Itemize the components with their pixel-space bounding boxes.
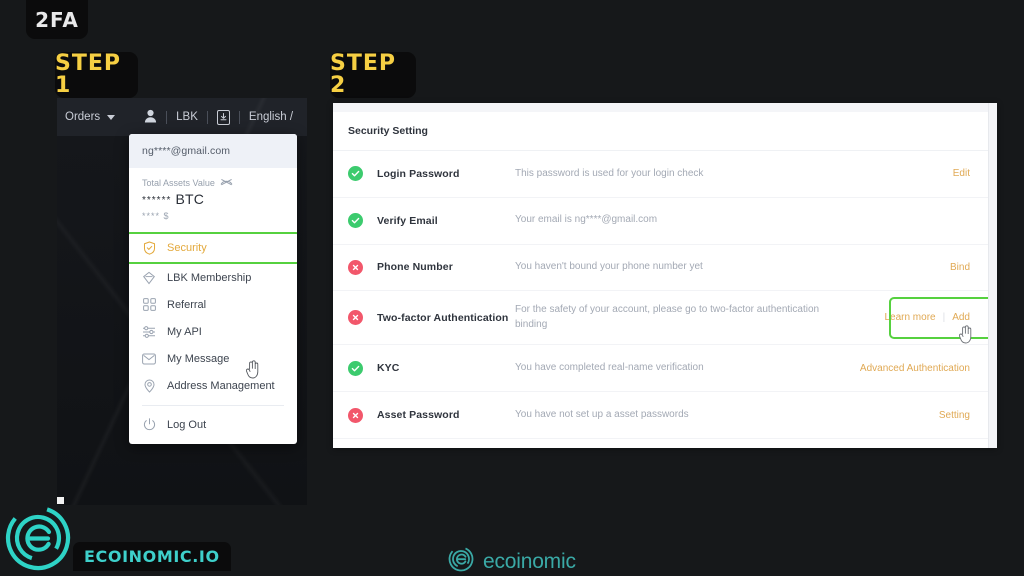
panel-corner-marker	[57, 497, 64, 504]
assets-usd-masked: ****	[142, 211, 161, 221]
account-menu-list: Security LBK Membership Referral My API …	[129, 232, 297, 444]
sidebar-item-label: Log Out	[167, 418, 207, 431]
row-description: For the safety of your account, please g…	[515, 304, 820, 330]
account-email: ng****@gmail.com	[129, 134, 297, 168]
sidebar-item-my-api[interactable]: My API	[129, 318, 297, 345]
add-2fa-link[interactable]: Add	[952, 312, 970, 323]
ecoinomic-logo-icon	[448, 546, 474, 576]
table-row: KYC You have completed real-name verific…	[333, 345, 997, 393]
bind-link[interactable]: Bind	[950, 262, 970, 273]
security-rows-list: Login Password This password is used for…	[333, 151, 997, 439]
row-actions: Edit	[953, 168, 982, 179]
status-badge-check-icon	[348, 360, 363, 376]
download-app-icon[interactable]	[216, 109, 230, 125]
assets-btc-masked: ******	[142, 195, 172, 206]
sidebar-item-label: My API	[167, 325, 202, 338]
location-pin-icon	[142, 378, 156, 393]
row-actions: Bind	[950, 262, 982, 273]
assets-usd-unit: $	[163, 211, 170, 221]
row-description: Your email is ng****@gmail.com	[515, 214, 658, 226]
topbar-divider	[206, 110, 208, 124]
power-icon	[142, 418, 156, 432]
step1-screenshot-panel: Orders LBK English / ng****@gmail.com To…	[57, 98, 307, 505]
row-description: This password is used for your login che…	[515, 167, 704, 179]
menu-item-security-wrap: Security	[129, 232, 297, 264]
ecoinomic-watermark-pill: ECOINOMIC.IO	[73, 542, 231, 571]
sidebar-item-my-message[interactable]: My Message	[129, 345, 297, 372]
topbar-divider	[238, 110, 240, 124]
assets-btc-unit: BTC	[175, 191, 205, 207]
step-badge-1: STEP 1	[55, 52, 138, 98]
row-title: Verify Email	[377, 214, 438, 227]
table-row: Verify Email Your email is ng****@gmail.…	[333, 198, 997, 245]
row-title: Login Password	[377, 167, 460, 180]
ecoinomic-center-watermark: ecoinomic	[448, 546, 576, 576]
total-assets-label-row: Total Assets Value	[142, 178, 284, 188]
row-title: KYC	[377, 362, 400, 375]
chevron-down-icon	[107, 114, 116, 120]
table-row: Two-factor Authentication For the safety…	[333, 291, 997, 346]
exchange-topbar: Orders LBK English /	[57, 98, 307, 136]
edit-link[interactable]: Edit	[953, 168, 970, 179]
sidebar-item-security[interactable]: Security	[129, 232, 297, 264]
sidebar-item-lbk-membership[interactable]: LBK Membership	[129, 264, 297, 291]
status-badge-check-icon	[348, 166, 363, 182]
table-row: Asset Password You have not set up a ass…	[333, 392, 997, 439]
step2-security-setting-panel: Security Setting Login Password This pas…	[333, 103, 997, 448]
setting-link[interactable]: Setting	[939, 410, 970, 421]
assets-btc-value: ****** BTC	[142, 191, 284, 207]
status-badge-cross-icon	[348, 310, 363, 326]
table-row: Phone Number You haven't bound your phon…	[333, 245, 997, 292]
total-assets-label: Total Assets Value	[142, 178, 215, 188]
status-badge-cross-icon	[348, 407, 363, 423]
orders-menu[interactable]: Orders	[65, 111, 116, 123]
vertical-scrollbar[interactable]	[988, 103, 997, 448]
screenshot-stage: 2FA STEP 1 STEP 2 Orders LBK English / n…	[0, 0, 1024, 576]
ecoinomic-wordmark: ecoinomic	[483, 549, 576, 573]
status-badge-cross-icon	[348, 259, 363, 275]
sidebar-item-log-out[interactable]: Log Out	[129, 411, 297, 438]
action-separator: |	[942, 312, 946, 324]
status-badge-check-icon	[348, 213, 363, 229]
grid-squares-icon	[142, 298, 156, 312]
ecoinomic-logo-icon	[5, 505, 71, 571]
row-title: Phone Number	[377, 261, 453, 274]
page-title: Security Setting	[333, 112, 997, 151]
row-description: You have not set up a asset passwords	[515, 408, 689, 420]
eye-hidden-icon[interactable]	[220, 178, 233, 188]
sidebar-item-label: LBK Membership	[167, 271, 252, 284]
step-badge-2: STEP 2	[330, 52, 416, 98]
orders-label: Orders	[65, 111, 101, 123]
table-row: Login Password This password is used for…	[333, 151, 997, 198]
topic-badge-2fa: 2FA	[26, 0, 88, 39]
row-actions: Advanced Authentication	[860, 363, 982, 374]
diamond-icon	[142, 271, 156, 285]
total-assets-block: Total Assets Value ****** BTC **** $	[129, 168, 297, 232]
account-dropdown: ng****@gmail.com Total Assets Value ****…	[129, 134, 297, 444]
learn-more-link[interactable]: Learn more	[884, 312, 935, 323]
row-title: Two-factor Authentication	[377, 311, 509, 324]
sidebar-item-label: My Message	[167, 352, 230, 365]
shield-check-icon	[142, 241, 156, 255]
row-description: You haven't bound your phone number yet	[515, 261, 703, 273]
topbar-divider	[166, 110, 168, 124]
sidebar-item-referral[interactable]: Referral	[129, 291, 297, 318]
sidebar-item-label: Security	[167, 242, 207, 254]
row-actions: Setting	[939, 410, 982, 421]
user-icon[interactable]	[144, 109, 157, 126]
assets-usd-value: **** $	[142, 211, 284, 221]
sidebar-item-label: Referral	[167, 298, 207, 311]
row-description: You have completed real-name verificatio…	[515, 362, 704, 374]
sidebar-item-label: Address Management	[167, 379, 275, 392]
menu-divider	[142, 405, 284, 406]
row-title: Asset Password	[377, 409, 460, 422]
panel-top-strip	[333, 103, 997, 112]
lbk-brand-label[interactable]: LBK	[176, 111, 198, 123]
sliders-icon	[142, 325, 156, 339]
sidebar-item-address-management[interactable]: Address Management	[129, 372, 297, 399]
envelope-icon	[142, 352, 156, 366]
language-selector[interactable]: English /	[249, 111, 293, 123]
advanced-authentication-link[interactable]: Advanced Authentication	[860, 363, 970, 374]
row-actions: Learn more | Add	[884, 312, 982, 323]
